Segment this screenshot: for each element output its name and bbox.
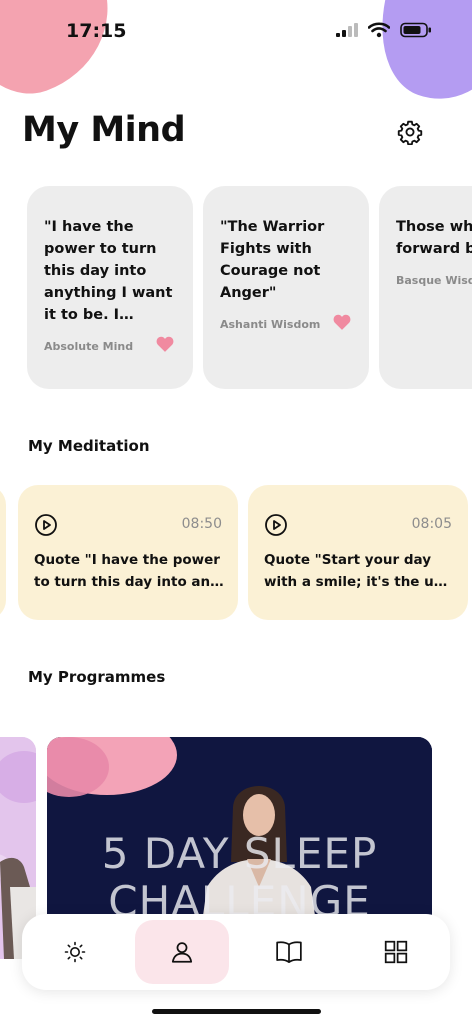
gear-icon [397, 120, 423, 145]
nav-item-my-mind[interactable] [135, 920, 229, 984]
status-bar: 17:15 [0, 0, 472, 64]
book-icon [276, 941, 302, 963]
nav-item-discover[interactable] [28, 920, 122, 984]
grid-icon [384, 940, 408, 964]
quote-card[interactable]: "I have the power to turn this day into … [27, 186, 193, 389]
meditation-card[interactable] [0, 485, 6, 620]
settings-button[interactable] [394, 116, 426, 148]
bottom-nav [22, 914, 450, 990]
meditation-title-line2: with a smile; it's the universe's gift" [264, 574, 454, 590]
quotes-carousel[interactable]: "I have the power to turn this day into … [0, 186, 472, 391]
meditation-card[interactable]: 08:05 Quote "Start your day with a smile… [248, 485, 468, 620]
home-indicator[interactable] [152, 1009, 321, 1014]
quote-source: Basque Wisdom [396, 274, 472, 287]
nav-item-library[interactable] [242, 920, 336, 984]
header: My Mind [0, 100, 472, 170]
play-icon[interactable] [264, 513, 288, 537]
heart-icon[interactable] [156, 336, 174, 352]
meditation-title: Quote "Start your day with a smile; it's… [264, 549, 454, 593]
wifi-icon [368, 22, 390, 38]
quote-card[interactable]: Those who look forward behind. Basque Wi… [379, 186, 472, 389]
meditation-title-line2: to turn this day into anything I want it… [34, 574, 224, 590]
status-icons [336, 22, 432, 38]
programme-title-line1: 5 DAY SLEEP [101, 829, 378, 878]
nav-item-more[interactable] [349, 920, 443, 984]
programmes-section-title: My Programmes [28, 668, 166, 686]
quote-card[interactable]: "The Warrior Fights with Courage not Ang… [203, 186, 369, 389]
status-time: 17:15 [66, 20, 127, 42]
signal-icon [336, 23, 358, 37]
meditation-title: Quote "I have the power to turn this day… [34, 549, 224, 593]
battery-icon [400, 22, 431, 38]
sun-icon [64, 941, 86, 963]
quote-text: "I have the power to turn this day into … [44, 219, 173, 323]
meditation-title-line1: Quote "I have the power [34, 552, 220, 568]
meditation-section-title: My Meditation [28, 437, 150, 455]
meditation-carousel[interactable]: 08:50 Quote "I have the power to turn th… [0, 485, 472, 622]
meditation-duration: 08:50 [181, 516, 222, 532]
quote-text: Those who look forward behind. [396, 219, 472, 257]
meditation-duration: 08:05 [411, 516, 452, 532]
quote-text: "The Warrior Fights with Courage not Ang… [220, 219, 325, 301]
play-icon[interactable] [34, 513, 58, 537]
page-title: My Mind [22, 110, 186, 150]
meditation-card[interactable]: 08:50 Quote "I have the power to turn th… [18, 485, 238, 620]
heart-icon[interactable] [333, 314, 351, 330]
profile-icon [171, 942, 193, 963]
meditation-title-line1: Quote "Start your day [264, 552, 432, 568]
